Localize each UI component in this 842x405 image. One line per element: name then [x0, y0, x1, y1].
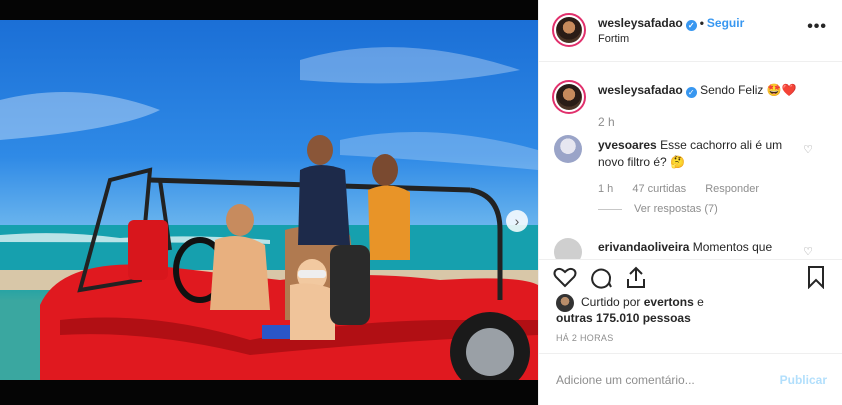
comment-body: erivandaoliveira Momentos que [598, 240, 772, 254]
carousel-next-button[interactable]: › [506, 210, 528, 232]
caption-username[interactable]: wesleysafadao [598, 83, 683, 97]
bookmark-icon[interactable] [803, 264, 829, 290]
verified-icon: ✓ [685, 87, 697, 98]
comment-username[interactable]: yvesoares [598, 138, 657, 152]
comment-text: Momentos que [692, 240, 773, 254]
view-replies-button[interactable]: Ver respostas (7) [598, 203, 718, 215]
replies-line [598, 208, 622, 210]
comment-icon[interactable] [588, 264, 614, 290]
likes-line-1: Curtido por evertons e [581, 295, 704, 309]
commenter-avatar[interactable] [554, 135, 582, 163]
comments-section: wesleysafadao ✓ Sendo Feliz 🤩❤️ 2 h yveso… [539, 63, 842, 259]
liker-username[interactable]: evertons [644, 295, 694, 309]
more-options-icon[interactable]: ••• [807, 18, 827, 36]
action-bar [539, 259, 842, 291]
follow-button[interactable]: Seguir [707, 16, 744, 30]
separator-dot: • [699, 16, 704, 30]
comment-body: yvesoares Esse cachorro ali é um novo fi… [598, 137, 798, 171]
publish-button[interactable]: Publicar [780, 373, 827, 387]
post-side-panel: wesleysafadao ✓ • Seguir Fortim ••• wesleys… [538, 0, 842, 405]
comment-like-icon[interactable]: ♡ [803, 143, 813, 156]
top-strip [0, 0, 540, 20]
share-icon[interactable] [623, 264, 649, 290]
caption-text-line: wesleysafadao ✓ Sendo Feliz 🤩❤️ [598, 83, 797, 98]
like-icon[interactable] [552, 264, 578, 290]
reply-button[interactable]: Responder [705, 183, 759, 195]
liker-avatar[interactable] [556, 294, 574, 312]
verified-icon: ✓ [685, 20, 697, 31]
add-comment-bar: Adicione um comentário... Publicar [539, 353, 842, 405]
caption-text: Sendo Feliz 🤩❤️ [700, 83, 797, 97]
comment-meta: 1 h 47 curtidas Responder [598, 183, 775, 195]
comment-input[interactable]: Adicione um comentário... [556, 373, 695, 387]
comment-likes[interactable]: 47 curtidas [632, 183, 686, 195]
author-line: wesleysafadao ✓ • Seguir [598, 16, 744, 31]
caption-time[interactable]: 2 h [598, 115, 615, 129]
likes-summary: Curtido por evertons e outras 175.010 pe… [539, 292, 842, 332]
likes-conj: e [697, 295, 704, 309]
bottom-strip [0, 380, 540, 405]
comment-time[interactable]: 1 h [598, 183, 613, 195]
comment-username[interactable]: erivandaoliveira [598, 240, 689, 254]
author-avatar[interactable] [552, 13, 586, 47]
post-header: wesleysafadao ✓ • Seguir Fortim ••• [539, 0, 842, 62]
view-replies-label: Ver respostas (7) [634, 203, 718, 215]
post-timestamp[interactable]: HÁ 2 HORAS [556, 333, 614, 343]
caption-avatar[interactable] [552, 80, 586, 114]
likes-others[interactable]: outras 175.010 pessoas [556, 311, 691, 325]
post-photo[interactable]: › [0, 20, 538, 380]
commenter-avatar[interactable] [554, 238, 582, 259]
post-location[interactable]: Fortim [598, 33, 629, 45]
comment-like-icon[interactable]: ♡ [803, 245, 813, 258]
author-username[interactable]: wesleysafadao [598, 16, 683, 30]
post-photo-illustration [0, 47, 538, 380]
likes-prefix: Curtido por [581, 295, 641, 309]
